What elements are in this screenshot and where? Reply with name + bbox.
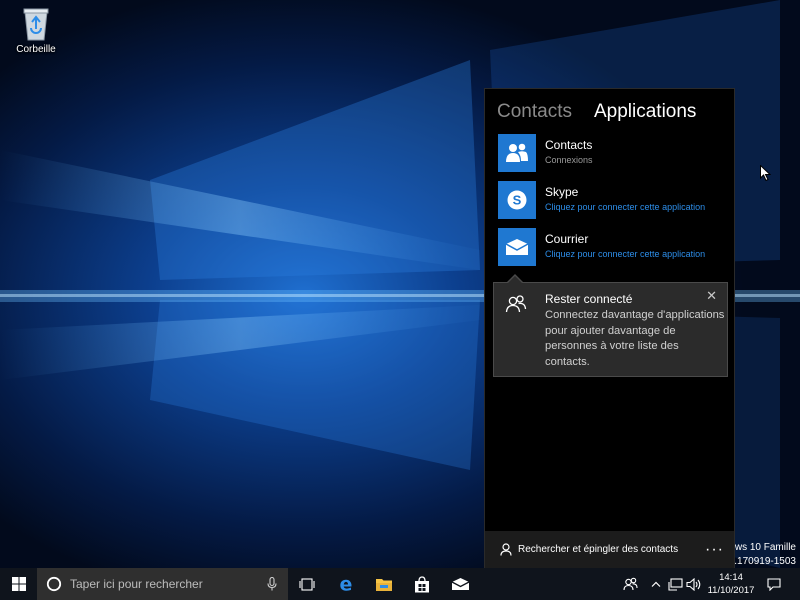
clock-time: 14:14 (719, 572, 743, 583)
taskbar-clock[interactable]: 14:14 11/10/2017 (700, 571, 762, 597)
contacts-app-tile (498, 134, 536, 172)
svg-text:S: S (513, 193, 522, 208)
app-connect-link-mail[interactable]: Cliquez pour connecter cette application (545, 248, 705, 261)
skype-app-tile: S (498, 181, 536, 219)
network-tray-button[interactable] (666, 568, 684, 600)
callout-close-button[interactable]: ✕ (706, 288, 717, 304)
edge-browser-icon: e (340, 575, 353, 593)
callout-notch-inner (507, 276, 523, 284)
notification-icon (767, 577, 781, 591)
app-connect-link-skype[interactable]: Cliquez pour connecter cette application (545, 201, 705, 214)
find-and-pin-contacts-button[interactable]: Rechercher et épingler des contacts (500, 543, 678, 556)
app-subtitle-contacts: Connexions (545, 155, 593, 165)
recycle-bin-icon (23, 8, 49, 41)
taskbar-search-box[interactable]: Taper ici pour rechercher (37, 568, 288, 600)
clock-date: 11/10/2017 (707, 585, 755, 596)
callout-title: Rester connecté (545, 292, 633, 306)
show-hidden-icons-button[interactable] (648, 568, 664, 600)
person-icon (500, 543, 512, 556)
microphone-icon[interactable] (267, 577, 277, 591)
tab-contacts[interactable]: Contacts (497, 101, 572, 123)
people-icon (622, 577, 638, 591)
people-panel: Contacts Applications Contacts Connexion… (484, 88, 735, 568)
people-tabs: Contacts Applications (497, 101, 696, 123)
mail-icon (505, 239, 529, 255)
callout-body: Connectez davantage d'applications pour … (545, 309, 725, 368)
network-icon (667, 577, 683, 591)
skype-icon: S (507, 190, 527, 210)
tab-applications[interactable]: Applications (594, 101, 696, 123)
mail-icon (451, 578, 469, 590)
file-explorer-taskbar-button[interactable] (368, 568, 400, 600)
windows-logo-icon (11, 577, 26, 591)
app-name-skype: Skype (545, 185, 579, 199)
find-and-pin-contacts-label: Rechercher et épingler des contacts (518, 544, 679, 555)
app-name-contacts: Contacts (545, 138, 593, 152)
task-view-icon (299, 577, 315, 591)
volume-icon (685, 577, 700, 591)
app-row-contacts[interactable]: Contacts Connexions (498, 133, 728, 173)
task-view-button[interactable] (292, 568, 322, 600)
svg-text:e: e (340, 575, 353, 593)
recycle-bin-label: Corbeille (16, 44, 56, 55)
store-bag-icon (415, 575, 429, 592)
people-icon (505, 295, 527, 313)
mail-app-tile (498, 228, 536, 266)
search-placeholder: Taper ici pour rechercher (70, 577, 203, 591)
people-panel-footer: Rechercher et épingler des contacts ··· (485, 531, 734, 568)
edge-taskbar-button[interactable]: e (330, 568, 362, 600)
cortana-icon (46, 576, 62, 592)
people-taskbar-button[interactable] (618, 568, 642, 600)
app-row-skype[interactable]: S Skype Cliquez pour connecter cette app… (498, 180, 728, 220)
chevron-up-icon (651, 581, 661, 587)
app-row-mail[interactable]: Courrier Cliquez pour connecter cette ap… (498, 227, 728, 267)
start-button[interactable] (0, 568, 37, 600)
action-center-button[interactable] (762, 568, 786, 600)
contacts-icon (506, 143, 528, 162)
app-name-mail: Courrier (545, 232, 589, 246)
folder-icon (376, 578, 392, 591)
store-taskbar-button[interactable] (406, 568, 438, 600)
mouse-pointer-icon (760, 165, 771, 181)
stay-connected-callout: Rester connecté Connectez davantage d'ap… (493, 274, 728, 377)
taskbar: Taper ici pour rechercher e 14:14 11/10/… (0, 568, 800, 600)
more-options-button[interactable]: ··· (705, 541, 724, 559)
recycle-bin-shortcut[interactable]: Corbeille (8, 4, 64, 62)
mail-taskbar-button[interactable] (444, 568, 476, 600)
